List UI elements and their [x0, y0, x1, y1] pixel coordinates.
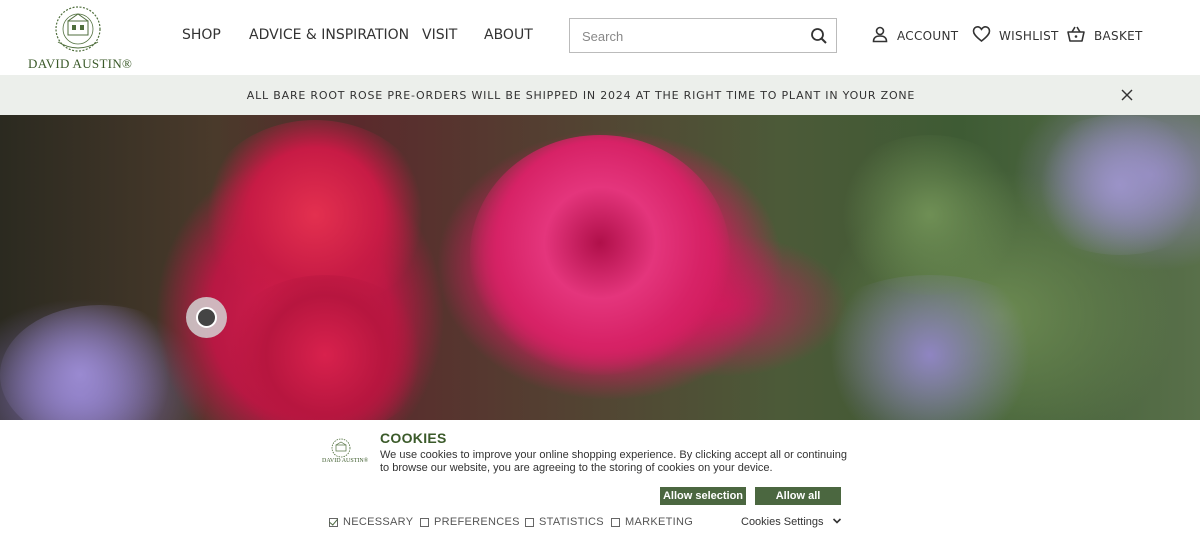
announcement-banner: ALL BARE ROOT ROSE PRE-ORDERS WILL BE SH… — [0, 75, 1200, 115]
hotspot-circle-icon[interactable] — [186, 297, 227, 338]
hero-image — [0, 115, 1200, 420]
cookies-settings-label: Cookies Settings — [741, 516, 824, 528]
nav-about[interactable]: ABOUT — [484, 27, 533, 43]
brand-logo[interactable]: DAVID AUSTIN® — [28, 4, 133, 71]
banner-text: ALL BARE ROOT ROSE PRE-ORDERS WILL BE SH… — [246, 89, 916, 102]
cookie-consent-bar: DAVID AUSTIN® COOKIES We use cookies to … — [0, 420, 1200, 537]
cookies-settings-toggle[interactable]: Cookies Settings — [741, 516, 842, 528]
allow-selection-button[interactable]: Allow selection — [660, 487, 746, 505]
basket-icon — [1066, 25, 1086, 46]
checkbox-marketing[interactable] — [611, 517, 620, 527]
basket-link[interactable]: BASKET — [1066, 25, 1143, 46]
checkbox-statistics[interactable] — [525, 517, 534, 527]
site-header: DAVID AUSTIN® SHOP ADVICE & INSPIRATION … — [0, 0, 1200, 75]
catmint-flower — [800, 275, 1060, 420]
cookie-option-label: PREFERENCES — [434, 516, 520, 528]
leaf — [830, 135, 1030, 295]
user-icon — [871, 25, 889, 46]
catmint-flower — [0, 305, 200, 420]
wishlist-label: WISHLIST — [999, 28, 1059, 43]
cookie-option-necessary[interactable]: NECESSARY — [329, 516, 413, 528]
heart-icon — [972, 25, 991, 46]
cookie-option-label: STATISTICS — [539, 516, 604, 528]
checkbox-necessary[interactable] — [329, 517, 338, 527]
cookie-title: COOKIES — [380, 430, 447, 446]
nav-visit[interactable]: VISIT — [422, 27, 457, 43]
rose-petal — [220, 275, 430, 420]
cookie-logo-wordmark: DAVID AUSTIN® — [322, 458, 369, 464]
cookie-option-label: MARKETING — [625, 516, 694, 528]
cookie-option-marketing[interactable]: MARKETING — [611, 516, 693, 528]
cookie-option-label: NECESSARY — [343, 516, 414, 528]
close-icon[interactable] — [1119, 87, 1135, 103]
wishlist-link[interactable]: WISHLIST — [972, 25, 1059, 46]
cookie-description: We use cookies to improve your online sh… — [380, 449, 847, 474]
catmint-flower — [1020, 115, 1200, 255]
cookie-option-statistics[interactable]: STATISTICS — [525, 516, 604, 528]
chevron-down-icon — [832, 516, 842, 528]
checkbox-preferences[interactable] — [420, 517, 429, 527]
logo-wordmark: DAVID AUSTIN® — [28, 56, 133, 71]
nav-shop[interactable]: SHOP — [182, 27, 221, 43]
cookie-option-preferences[interactable]: PREFERENCES — [420, 516, 520, 528]
rose-petal — [470, 135, 730, 375]
allow-all-button[interactable]: Allow all — [755, 487, 841, 505]
account-link[interactable]: ACCOUNT — [871, 25, 958, 46]
basket-label: BASKET — [1094, 28, 1143, 43]
logo-emblem-icon — [55, 6, 101, 52]
search-input[interactable] — [582, 27, 802, 45]
search-icon[interactable] — [810, 27, 828, 50]
nav-advice-inspiration[interactable]: ADVICE & INSPIRATION — [249, 27, 409, 43]
search-box — [569, 18, 837, 53]
account-label: ACCOUNT — [897, 28, 959, 43]
